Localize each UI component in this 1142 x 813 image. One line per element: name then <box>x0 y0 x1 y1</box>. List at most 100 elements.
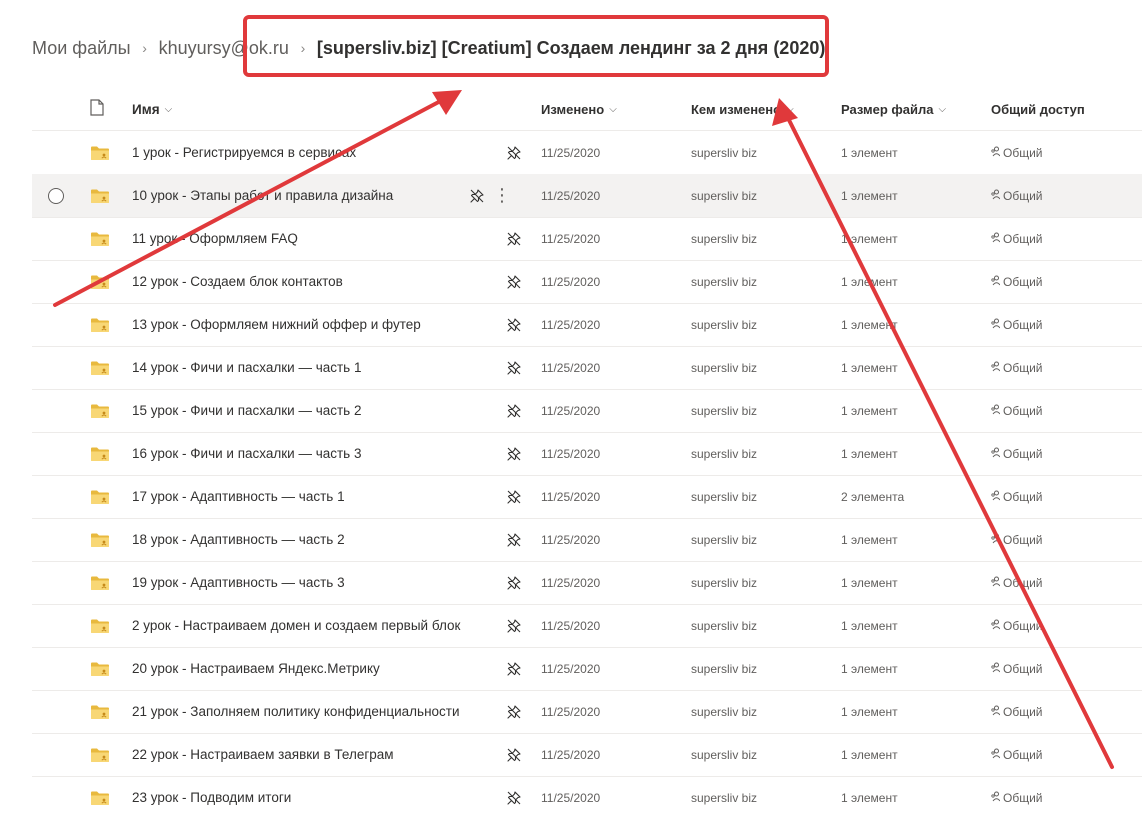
table-row[interactable]: 16 урок - Фичи и пасхалки — часть 3 11/2… <box>32 432 1142 476</box>
modified-by[interactable]: supersliv biz <box>691 690 821 733</box>
people-icon <box>991 576 1001 590</box>
row-select-checkbox[interactable] <box>44 174 68 217</box>
pin-icon[interactable] <box>504 776 524 813</box>
modified-by[interactable]: supersliv biz <box>691 432 821 475</box>
modified-by[interactable]: supersliv biz <box>691 733 821 776</box>
modified-by[interactable]: supersliv biz <box>691 303 821 346</box>
file-name-link[interactable]: 22 урок - Настраиваем заявки в Телеграм <box>132 733 472 776</box>
table-row[interactable]: 19 урок - Адаптивность — часть 3 11/25/2… <box>32 561 1142 605</box>
table-row[interactable]: 14 урок - Фичи и пасхалки — часть 1 11/2… <box>32 346 1142 390</box>
file-name-link[interactable]: 23 урок - Подводим итоги <box>132 776 472 813</box>
pin-icon[interactable] <box>504 131 524 174</box>
pin-icon[interactable] <box>504 647 524 690</box>
modified-by[interactable]: supersliv biz <box>691 260 821 303</box>
pin-icon[interactable] <box>504 303 524 346</box>
column-header-file-size[interactable]: Размер файла ⌵ <box>841 88 971 130</box>
people-icon <box>991 275 1001 289</box>
sharing-status[interactable]: Общий <box>991 217 1131 260</box>
modified-by[interactable]: supersliv biz <box>691 131 821 174</box>
file-name-link[interactable]: 15 урок - Фичи и пасхалки — часть 2 <box>132 389 472 432</box>
column-header-modified-by[interactable]: Кем изменено ⌵ <box>691 88 821 130</box>
modified-by[interactable]: supersliv biz <box>691 389 821 432</box>
breadcrumb-item-user-folder[interactable]: khuyursy@ok.ru <box>159 38 289 59</box>
modified-by[interactable]: supersliv biz <box>691 776 821 813</box>
file-name-link[interactable]: 17 урок - Адаптивность — часть 1 <box>132 475 472 518</box>
folder-icon <box>90 733 114 776</box>
pin-icon[interactable] <box>504 733 524 776</box>
file-name-label: 19 урок - Адаптивность — часть 3 <box>132 575 345 590</box>
breadcrumb-item-my-files[interactable]: Мои файлы <box>32 38 131 59</box>
pin-icon[interactable] <box>504 518 524 561</box>
pin-icon[interactable] <box>504 475 524 518</box>
people-icon <box>991 232 1001 246</box>
file-name-link[interactable]: 11 урок - Оформляем FAQ <box>132 217 472 260</box>
sharing-status[interactable]: Общий <box>991 131 1131 174</box>
pin-icon[interactable] <box>504 690 524 733</box>
modified-date: 11/25/2020 <box>541 360 601 375</box>
file-name-link[interactable]: 14 урок - Фичи и пасхалки — часть 1 <box>132 346 472 389</box>
pin-icon[interactable] <box>504 260 524 303</box>
sharing-status[interactable]: Общий <box>991 518 1131 561</box>
file-name-link[interactable]: 1 урок - Регистрируемся в сервисах <box>132 131 472 174</box>
table-row[interactable]: 22 урок - Настраиваем заявки в Телеграм … <box>32 733 1142 777</box>
sharing-status[interactable]: Общий <box>991 174 1131 217</box>
modified-by[interactable]: supersliv biz <box>691 475 821 518</box>
pin-icon[interactable] <box>504 346 524 389</box>
file-name-link[interactable]: 13 урок - Оформляем нижний оффер и футер <box>132 303 472 346</box>
more-vertical-icon[interactable]: ⋮ <box>492 174 512 217</box>
people-icon <box>991 447 1001 461</box>
modified-by[interactable]: supersliv biz <box>691 174 821 217</box>
modified-by[interactable]: supersliv biz <box>691 518 821 561</box>
file-name-link[interactable]: 18 урок - Адаптивность — часть 2 <box>132 518 472 561</box>
sharing-status[interactable]: Общий <box>991 776 1131 813</box>
table-row[interactable]: 11 урок - Оформляем FAQ 11/25/2020 super… <box>32 217 1142 261</box>
table-row[interactable]: 23 урок - Подводим итоги 11/25/2020 supe… <box>32 776 1142 813</box>
file-name-link[interactable]: 16 урок - Фичи и пасхалки — часть 3 <box>132 432 472 475</box>
pin-icon[interactable] <box>504 432 524 475</box>
file-name-link[interactable]: 19 урок - Адаптивность — часть 3 <box>132 561 472 604</box>
sharing-status[interactable]: Общий <box>991 690 1131 733</box>
file-name-link[interactable]: 21 урок - Заполняем политику конфиденциа… <box>132 690 472 733</box>
sharing-status[interactable]: Общий <box>991 303 1131 346</box>
column-header-sharing[interactable]: Общий доступ <box>991 88 1131 130</box>
pin-icon[interactable] <box>504 217 524 260</box>
pin-icon[interactable] <box>504 561 524 604</box>
people-icon <box>991 361 1001 375</box>
table-row[interactable]: 12 урок - Создаем блок контактов 11/25/2… <box>32 260 1142 304</box>
modified-by[interactable]: supersliv biz <box>691 217 821 260</box>
sharing-status[interactable]: Общий <box>991 647 1131 690</box>
pin-icon[interactable] <box>504 389 524 432</box>
folder-icon <box>90 647 114 690</box>
table-row[interactable]: 13 урок - Оформляем нижний оффер и футер… <box>32 303 1142 347</box>
modified-by[interactable]: supersliv biz <box>691 604 821 647</box>
sharing-status[interactable]: Общий <box>991 389 1131 432</box>
sharing-status[interactable]: Общий <box>991 733 1131 776</box>
pin-icon[interactable] <box>467 174 487 217</box>
pin-icon[interactable] <box>504 604 524 647</box>
table-row[interactable]: 1 урок - Регистрируемся в сервисах 11/25… <box>32 131 1142 175</box>
table-row[interactable]: 15 урок - Фичи и пасхалки — часть 2 11/2… <box>32 389 1142 433</box>
table-row[interactable]: 21 урок - Заполняем политику конфиденциа… <box>32 690 1142 734</box>
column-header-modified[interactable]: Изменено ⌵ <box>541 88 671 130</box>
sharing-status[interactable]: Общий <box>991 432 1131 475</box>
modified-by[interactable]: supersliv biz <box>691 346 821 389</box>
file-type-header[interactable] <box>90 88 114 130</box>
modified-by[interactable]: supersliv biz <box>691 561 821 604</box>
file-name-link[interactable]: 20 урок - Настраиваем Яндекс.Метрику <box>132 647 472 690</box>
column-header-name[interactable]: Имя ⌵ <box>132 88 472 130</box>
table-row[interactable]: 20 урок - Настраиваем Яндекс.Метрику 11/… <box>32 647 1142 691</box>
table-row[interactable]: 18 урок - Адаптивность — часть 2 11/25/2… <box>32 518 1142 562</box>
modified-by[interactable]: supersliv biz <box>691 647 821 690</box>
sharing-status[interactable]: Общий <box>991 561 1131 604</box>
table-row[interactable]: 2 урок - Настраиваем домен и создаем пер… <box>32 604 1142 648</box>
file-name-link[interactable]: 10 урок - Этапы работ и правила дизайна <box>132 174 472 217</box>
file-name-link[interactable]: 12 урок - Создаем блок контактов <box>132 260 472 303</box>
table-row[interactable]: 17 урок - Адаптивность — часть 1 11/25/2… <box>32 475 1142 519</box>
file-name-link[interactable]: 2 урок - Настраиваем домен и создаем пер… <box>132 604 472 647</box>
sharing-status[interactable]: Общий <box>991 475 1131 518</box>
sharing-status[interactable]: Общий <box>991 346 1131 389</box>
sharing-status[interactable]: Общий <box>991 260 1131 303</box>
people-icon <box>991 619 1001 633</box>
sharing-status[interactable]: Общий <box>991 604 1131 647</box>
table-row[interactable]: 10 урок - Этапы работ и правила дизайна … <box>32 174 1142 218</box>
